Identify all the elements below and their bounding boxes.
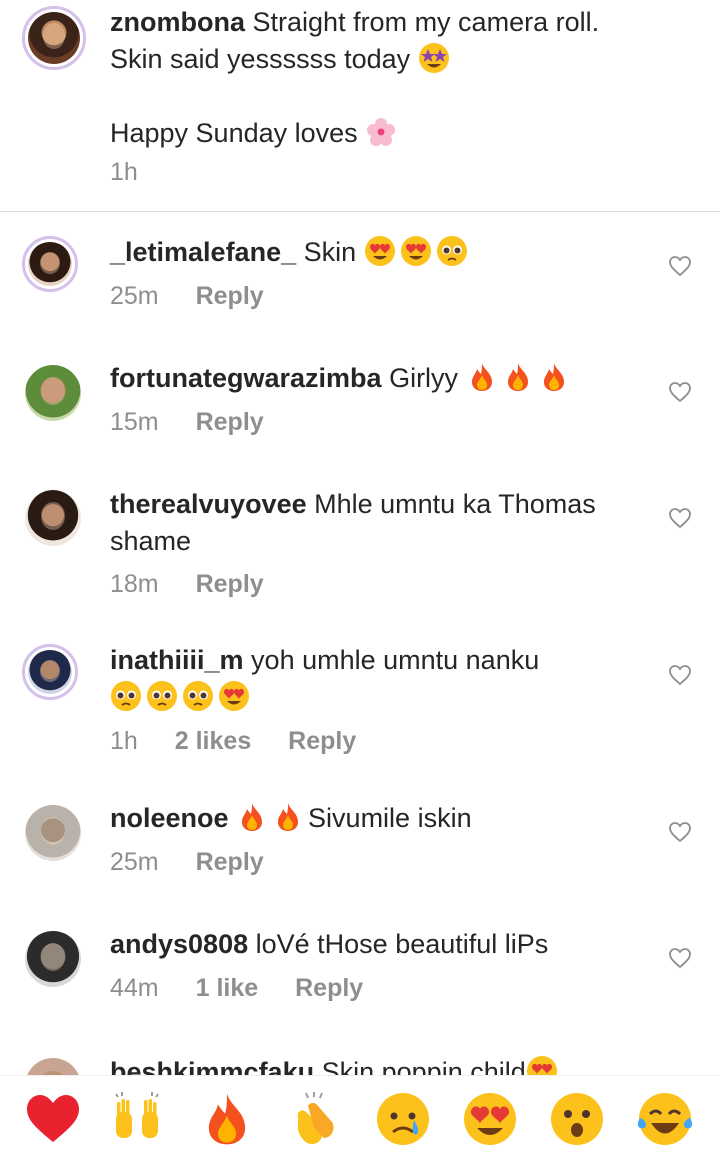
- fire-emoji-icon: [502, 361, 534, 393]
- star-eyes-emoji-icon: [418, 42, 450, 74]
- likes-count[interactable]: 2 likes: [175, 727, 251, 755]
- comment-text: fortunategwarazimba Girlyy: [110, 360, 650, 397]
- tears-of-joy-icon[interactable]: [636, 1090, 694, 1148]
- comment-username[interactable]: _letimalefane_: [110, 237, 296, 267]
- like-heart-icon[interactable]: [668, 663, 692, 687]
- quick-reactions-bar: [0, 1075, 720, 1149]
- raising-hands-icon[interactable]: [108, 1090, 166, 1148]
- like-heart-icon[interactable]: [668, 820, 692, 844]
- comment-row: beshkimmcfaku Skin poppin child: [0, 1050, 720, 1076]
- avatar[interactable]: [22, 236, 78, 292]
- caption-time: 1h: [110, 158, 138, 186]
- reply-button[interactable]: Reply: [288, 727, 356, 755]
- comment-username[interactable]: beshkimmcfaku: [110, 1057, 314, 1076]
- avatar[interactable]: [25, 931, 81, 987]
- caption-text: znombona Straight from my camera roll. S…: [110, 4, 650, 152]
- heart-eyes-emoji-icon: [400, 235, 432, 267]
- heart-eyes-emoji-icon: [526, 1055, 558, 1076]
- comment-time: 25m: [110, 282, 159, 310]
- clapping-hands-icon[interactable]: [286, 1090, 344, 1148]
- cherry-blossom-emoji-icon: [365, 116, 397, 148]
- reply-button[interactable]: Reply: [295, 974, 363, 1002]
- comment-time: 25m: [110, 848, 159, 876]
- comment-text: therealvuyovee Mhle umntu ka Thomas sham…: [110, 486, 650, 560]
- comment-time: 15m: [110, 408, 159, 436]
- reply-button[interactable]: Reply: [196, 570, 264, 598]
- avatar-photo: [25, 931, 81, 987]
- red-heart-icon[interactable]: [24, 1090, 82, 1148]
- comment-body: Skin poppin child: [321, 1057, 526, 1076]
- avatar-photo: [25, 490, 81, 546]
- comment-body: Skin: [303, 237, 357, 267]
- comment-meta: 44m 1 like Reply: [110, 974, 393, 1003]
- comment-username[interactable]: inathiiii_m: [110, 645, 244, 675]
- caption-line1: Straight from my camera roll.: [252, 7, 600, 37]
- avatar[interactable]: [22, 644, 78, 700]
- comment-meta: 15m Reply: [110, 408, 294, 437]
- comment-username[interactable]: fortunategwarazimba: [110, 363, 382, 393]
- reply-button[interactable]: Reply: [196, 408, 264, 436]
- fire-icon[interactable]: [198, 1090, 256, 1148]
- comment-time: 1h: [110, 727, 138, 755]
- avatar-photo: [25, 365, 81, 421]
- comment-body: loVé tHose beautiful liPs: [255, 929, 549, 959]
- pleading-face-emoji-icon: [110, 680, 142, 712]
- reply-button[interactable]: Reply: [196, 848, 264, 876]
- comment-meta: 1h 2 likes Reply: [110, 727, 386, 756]
- avatar-photo: [25, 1058, 81, 1076]
- avatar-photo: [25, 805, 81, 861]
- likes-count[interactable]: 1 like: [196, 974, 259, 1002]
- caption-line3: Happy Sunday loves: [110, 118, 358, 148]
- avatar[interactable]: [22, 6, 86, 70]
- reply-button[interactable]: Reply: [196, 282, 264, 310]
- heart-eyes-emoji-icon: [218, 680, 250, 712]
- avatar-photo: [28, 650, 72, 694]
- avatar[interactable]: [25, 490, 81, 546]
- like-heart-icon[interactable]: [668, 946, 692, 970]
- caption-line2: Skin said yessssss today: [110, 44, 411, 74]
- comment-time: 44m: [110, 974, 159, 1002]
- comment-text: beshkimmcfaku Skin poppin child: [110, 1054, 650, 1076]
- comment-username[interactable]: andys0808: [110, 929, 248, 959]
- fire-emoji-icon: [466, 361, 498, 393]
- pleading-face-emoji-icon: [182, 680, 214, 712]
- heart-eyes-emoji-icon: [364, 235, 396, 267]
- comment-body: yoh umhle umntu nanku: [251, 645, 540, 675]
- comment-username[interactable]: therealvuyovee: [110, 489, 307, 519]
- like-heart-icon[interactable]: [668, 380, 692, 404]
- avatar-photo: [28, 242, 72, 286]
- comment-time: 18m: [110, 570, 159, 598]
- comment-body: Sivumile iskin: [308, 803, 472, 833]
- avatar[interactable]: [25, 1058, 81, 1076]
- sad-face-icon[interactable]: [374, 1090, 432, 1148]
- comment-meta: 25m Reply: [110, 282, 294, 311]
- fire-emoji-icon: [236, 801, 268, 833]
- like-heart-icon[interactable]: [668, 506, 692, 530]
- avatar[interactable]: [25, 365, 81, 421]
- fire-emoji-icon: [272, 801, 304, 833]
- caption-username[interactable]: znombona: [110, 7, 245, 37]
- comment-text: noleenoe Sivumile iskin: [110, 800, 650, 837]
- comment-text: _letimalefane_ Skin: [110, 234, 650, 271]
- avatar-photo: [28, 12, 80, 64]
- caption-meta: 1h: [110, 158, 168, 187]
- comment-username[interactable]: noleenoe: [110, 803, 229, 833]
- pleading-face-emoji-icon: [146, 680, 178, 712]
- comment-text: andys0808 loVé tHose beautiful liPs: [110, 926, 650, 963]
- surprised-face-icon[interactable]: [548, 1090, 606, 1148]
- comment-text: inathiiii_m yoh umhle umntu nanku: [110, 642, 650, 716]
- like-heart-icon[interactable]: [668, 254, 692, 278]
- comment-body: Girlyy: [389, 363, 459, 393]
- avatar[interactable]: [25, 805, 81, 861]
- heart-eyes-icon[interactable]: [461, 1090, 519, 1148]
- comment-meta: 25m Reply: [110, 848, 294, 877]
- post-caption: znombona Straight from my camera roll. S…: [0, 0, 720, 212]
- comment-meta: 18m Reply: [110, 570, 294, 599]
- pleading-face-emoji-icon: [436, 235, 468, 267]
- fire-emoji-icon: [538, 361, 570, 393]
